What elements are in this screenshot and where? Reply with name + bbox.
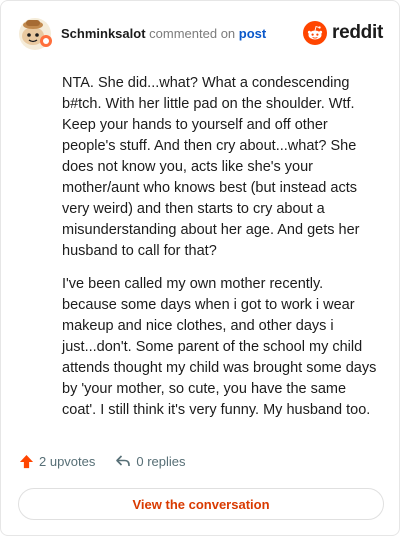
reddit-brand[interactable]: reddit	[303, 21, 383, 45]
post-link[interactable]: post	[239, 26, 266, 41]
comment-card: Schminksalot commented on post reddit NT…	[0, 0, 400, 536]
upvote-arrow-icon	[19, 454, 34, 468]
upvote-button[interactable]: 2 upvotes	[19, 454, 95, 469]
reddit-wordmark: reddit	[332, 22, 383, 43]
comment-paragraph: NTA. She did...what? What a condescendin…	[62, 75, 360, 259]
reply-count: 0 replies	[136, 453, 186, 469]
reply-button[interactable]: 0 replies	[115, 453, 186, 469]
comment-header: Schminksalot commented on post reddit	[17, 15, 383, 51]
comment-paragraph: I've been called my own mother recently.…	[62, 276, 377, 418]
reply-arrow-icon	[116, 455, 131, 466]
comment-byline: Schminksalot commented on post	[61, 26, 266, 41]
comment-actions: 2 upvotes 0 replies	[19, 453, 186, 469]
byline-verb: commented on	[149, 25, 236, 41]
username[interactable]: Schminksalot	[61, 26, 146, 41]
upvote-count: 2 upvotes	[39, 453, 96, 469]
reddit-logo-icon	[303, 21, 328, 45]
comment-body: NTA. She did...what? What a condescendin…	[62, 73, 380, 433]
snoo-avatar-icon[interactable]	[17, 15, 53, 51]
view-conversation-button[interactable]: View the conversation	[18, 488, 384, 520]
